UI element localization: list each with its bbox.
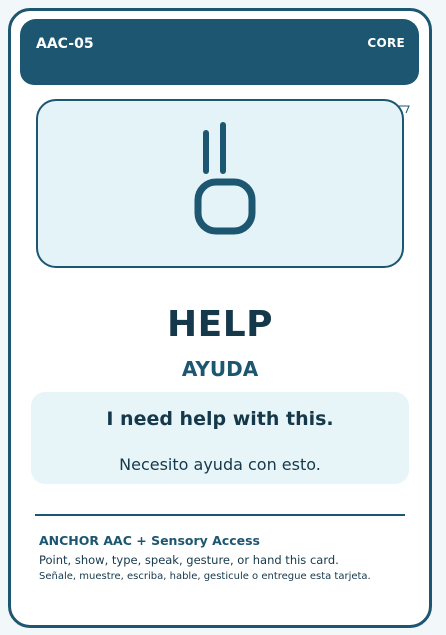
footer-instructions-english: Point, show, type, speak, gesture, or ha… — [39, 553, 339, 567]
card-header: AAC-05 CORE — [20, 19, 419, 85]
footer-divider — [35, 514, 405, 516]
phrase-english: I need help with this. — [106, 408, 334, 430]
card-id: AAC-05 — [36, 36, 94, 52]
phrase-spanish: Necesito ayuda con esto. — [119, 455, 321, 474]
help-hand-icon — [194, 122, 256, 235]
word-english: HELP — [166, 304, 274, 345]
word-spanish: AYUDA — [181, 357, 259, 381]
footer-title: ANCHOR AAC + Sensory Access — [39, 533, 260, 548]
symbol-panel — [36, 99, 404, 268]
card-category-tag: CORE — [367, 36, 405, 50]
footer-instructions-spanish: Señale, muestre, escriba, hable, gesticu… — [39, 571, 371, 582]
phrase-panel: I need help with this. Necesito ayuda co… — [31, 392, 409, 484]
